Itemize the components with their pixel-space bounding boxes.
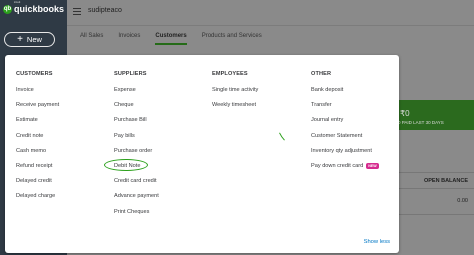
menu-item-inventory-qty-adjustment[interactable]: Inventory qty adjustment xyxy=(311,148,379,163)
employees-title: EMPLOYEES xyxy=(212,71,248,77)
menu-item-bank-deposit[interactable]: Bank deposit xyxy=(311,87,379,102)
suppliers-column: SUPPLIERS Expense Cheque Purchase Bill P… xyxy=(114,71,159,224)
menu-item-journal-entry[interactable]: Journal entry xyxy=(311,117,379,132)
paid-amount: ₹0 xyxy=(400,109,410,118)
menu-item-advance-payment[interactable]: Advance payment xyxy=(114,193,159,208)
menu-item-credit-card-credit[interactable]: Credit card credit xyxy=(114,178,159,193)
menu-item-estimate[interactable]: Estimate xyxy=(16,117,59,132)
tab-products-and-services[interactable]: Products and Services xyxy=(202,33,262,45)
quickbooks-logo[interactable]: qb intuit quickbooks xyxy=(3,0,65,14)
open-balance-header[interactable]: OPEN BALANCE xyxy=(400,178,474,184)
menu-item-print-cheques[interactable]: Print Cheques xyxy=(114,209,159,224)
sales-tabs: All Sales Invoices Customers Products an… xyxy=(80,33,277,45)
new-button[interactable]: + New xyxy=(4,32,55,47)
menu-item-expense[interactable]: Expense xyxy=(114,87,159,102)
new-badge: NEW xyxy=(366,162,379,169)
menu-item-pay-bills[interactable]: Pay bills xyxy=(114,133,159,148)
logo-quickbooks-text: quickbooks xyxy=(14,4,65,14)
customers-title: CUSTOMERS xyxy=(16,71,53,77)
menu-item-receive-payment[interactable]: Receive payment xyxy=(16,102,59,117)
menu-item-credit-note[interactable]: Credit note xyxy=(16,133,59,148)
new-dropdown-menu: CUSTOMERS Invoice Receive payment Estima… xyxy=(5,55,399,253)
menu-item-customer-statement[interactable]: Customer Statement xyxy=(311,133,379,148)
quickbooks-logo-icon: qb xyxy=(3,4,12,14)
hamburger-menu-icon[interactable] xyxy=(73,8,81,15)
tab-all-sales[interactable]: All Sales xyxy=(80,33,103,45)
tab-customers[interactable]: Customers xyxy=(155,33,187,45)
menu-item-refund-receipt[interactable]: Refund receipt xyxy=(16,163,59,178)
menu-item-weekly-timesheet[interactable]: Weekly timesheet xyxy=(212,102,258,117)
table-divider xyxy=(395,172,474,173)
table-divider xyxy=(395,214,474,215)
menu-item-label: Pay down credit card xyxy=(311,162,364,169)
paid-label: 0 PAID LAST 30 DAYS xyxy=(398,120,444,125)
menu-item-single-time-activity[interactable]: Single time activity xyxy=(212,87,258,102)
new-button-label: New xyxy=(26,35,42,44)
menu-item-invoice[interactable]: Invoice xyxy=(16,87,59,102)
other-column: OTHER Bank deposit Transfer Journal entr… xyxy=(311,71,379,178)
show-less-link[interactable]: Show less xyxy=(364,239,390,245)
table-divider xyxy=(395,188,474,189)
menu-item-purchase-bill[interactable]: Purchase Bill xyxy=(114,117,159,132)
debit-note-highlight-circle xyxy=(104,159,148,171)
customers-column: CUSTOMERS Invoice Receive payment Estima… xyxy=(16,71,59,209)
logo-intuit-text: intuit xyxy=(14,0,21,4)
pen-mark-icon xyxy=(279,132,285,141)
paid-summary-card: ₹0 0 PAID LAST 30 DAYS xyxy=(395,100,474,130)
open-balance-value: 0.00 xyxy=(457,198,468,204)
menu-item-delayed-charge[interactable]: Delayed charge xyxy=(16,193,59,208)
tab-invoices[interactable]: Invoices xyxy=(118,33,140,45)
employees-column: EMPLOYEES Single time activity Weekly ti… xyxy=(212,71,258,117)
menu-item-delayed-credit[interactable]: Delayed credit xyxy=(16,178,59,193)
menu-item-transfer[interactable]: Transfer xyxy=(311,102,379,117)
logo-text: intuit quickbooks xyxy=(14,0,65,14)
plus-icon: + xyxy=(17,33,23,45)
suppliers-title: SUPPLIERS xyxy=(114,71,147,77)
menu-item-cheque[interactable]: Cheque xyxy=(114,102,159,117)
menu-item-cash-memo[interactable]: Cash memo xyxy=(16,148,59,163)
top-header: sudipteaco xyxy=(67,0,474,26)
other-title: OTHER xyxy=(311,71,332,77)
menu-item-pay-down-credit-card[interactable]: Pay down credit card NEW xyxy=(311,162,379,178)
company-name: sudipteaco xyxy=(88,7,122,14)
